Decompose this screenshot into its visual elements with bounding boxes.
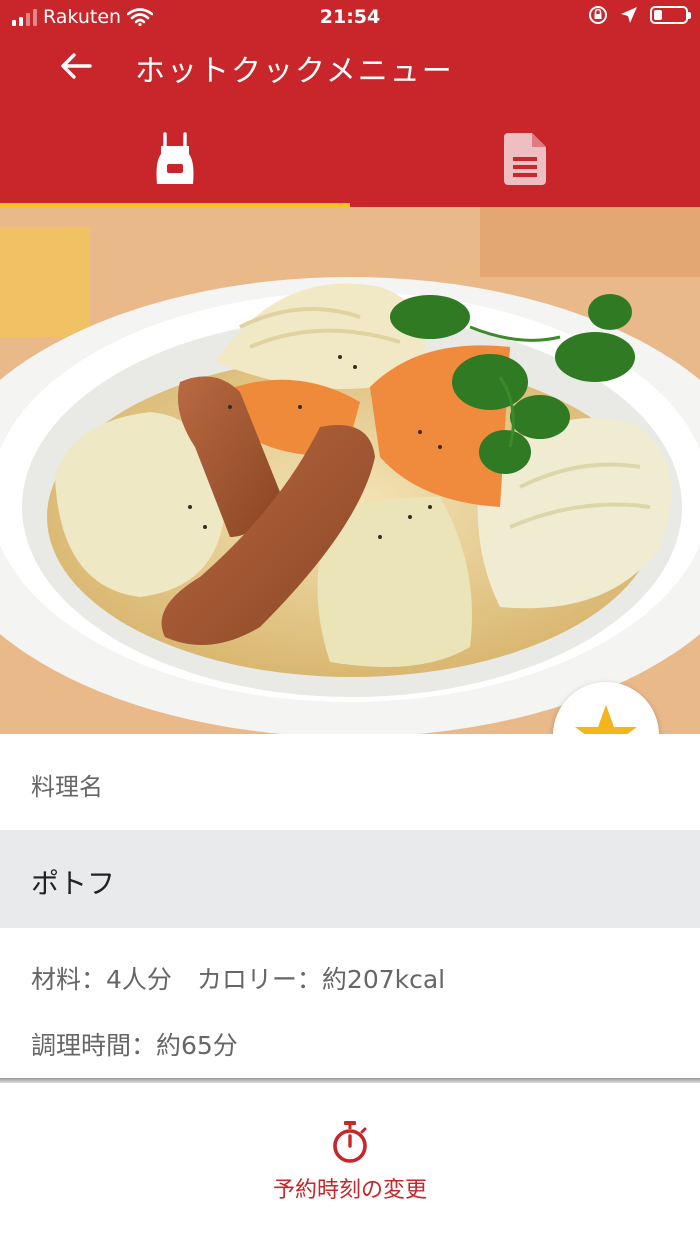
arrow-left-icon bbox=[61, 53, 92, 79]
location-icon bbox=[621, 7, 637, 23]
status-bar: Rakuten 21:54 bbox=[0, 0, 700, 38]
dish-name-label: 料理名 bbox=[31, 773, 103, 801]
apron-icon bbox=[156, 131, 194, 184]
rotation-lock-icon bbox=[589, 6, 607, 24]
recipe-photo bbox=[0, 207, 700, 734]
tab-recipe[interactable] bbox=[350, 110, 700, 207]
dish-name-label-row: 料理名 bbox=[0, 734, 700, 830]
ingredients-calories-text: 材料：4人分 カロリー：約207kcal bbox=[31, 965, 446, 994]
app-header: Rakuten 21:54 ホットクックメニュー bbox=[0, 0, 700, 207]
page-title: ホットクックメニュー bbox=[135, 54, 454, 89]
back-button[interactable] bbox=[52, 42, 100, 90]
footer-divider bbox=[0, 1078, 700, 1083]
change-reservation-button[interactable]: 予約時刻の変更 bbox=[200, 1120, 500, 1215]
dish-name-row: ポトフ bbox=[0, 830, 700, 928]
change-reservation-label: 予約時刻の変更 bbox=[272, 1178, 427, 1203]
timer-icon bbox=[333, 1121, 367, 1163]
document-icon bbox=[504, 132, 546, 185]
battery-icon bbox=[650, 6, 691, 24]
dish-name: ポトフ bbox=[31, 867, 116, 900]
tab-bar bbox=[0, 110, 700, 207]
nav-bar: ホットクックメニュー bbox=[0, 38, 700, 98]
cooking-time-text: 調理時間：約65分 bbox=[31, 1031, 238, 1060]
tab-cooking[interactable] bbox=[0, 110, 350, 207]
